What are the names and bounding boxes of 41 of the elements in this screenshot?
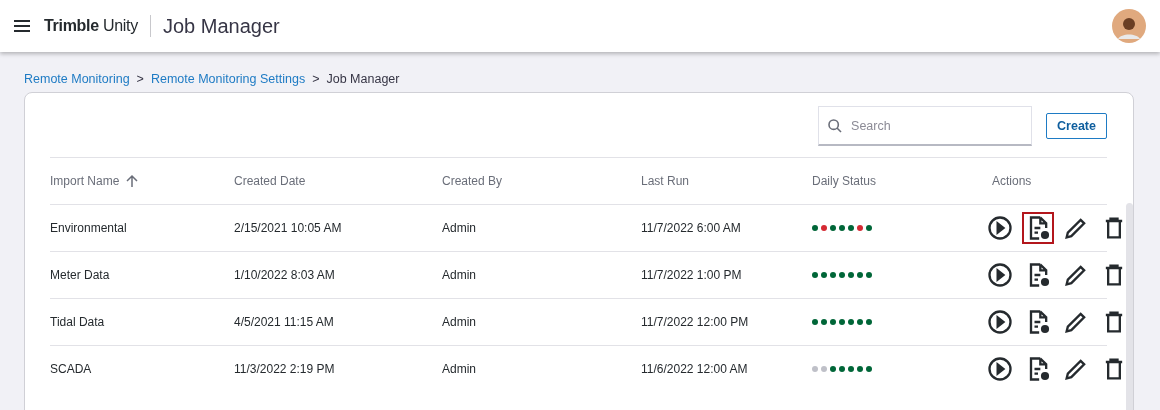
table-cell-text: 11/7/2022 1:00 PM [641, 268, 743, 282]
play-icon [986, 308, 1014, 336]
column-header: Created By [442, 174, 504, 188]
brand-logo: Trimble Unity [44, 17, 138, 35]
play-icon [986, 261, 1014, 289]
table-cell-text: Admin [442, 268, 477, 282]
breadcrumb-separator: > [312, 71, 320, 86]
column-header: Created Date [234, 174, 307, 188]
search-field[interactable]: Search [818, 106, 1033, 146]
column-header: Last Run [641, 174, 691, 188]
table-cell-text: 11/7/2022 6:00 AM [641, 221, 742, 235]
create-button[interactable]: Create [1046, 113, 1107, 139]
table-cell-text: 11/6/2022 12:00 AM [641, 362, 749, 376]
table-cell-text: SCADA [50, 362, 93, 376]
play-icon [986, 214, 1014, 242]
search-icon [827, 118, 844, 134]
play-icon [986, 355, 1014, 383]
column-header: Daily Status [812, 174, 878, 188]
table-cell-text: Environmental [50, 221, 128, 235]
app-title: Job Manager [162, 14, 280, 38]
column-header[interactable]: Import Name [50, 174, 120, 188]
log-button[interactable] [1022, 212, 1054, 244]
table-cell-text: Meter Data [50, 268, 111, 282]
sort-arrow-icon[interactable] [125, 174, 140, 188]
table-cell-text: Admin [442, 221, 477, 235]
breadcrumb-current: Job Manager [326, 71, 400, 86]
scrollbar[interactable] [1126, 203, 1133, 410]
table-cell-text: Tidal Data [50, 315, 106, 329]
user-avatar[interactable] [1112, 9, 1146, 43]
table-cell-text: Admin [442, 315, 477, 329]
menu-icon[interactable] [14, 20, 30, 32]
table-cell-text: Admin [442, 362, 477, 376]
table-cell-text: 4/5/2021 11:15 AM [234, 315, 335, 329]
column-header: Actions [992, 174, 1033, 188]
breadcrumb-separator: > [136, 71, 144, 86]
breadcrumb-link[interactable]: Remote Monitoring Settings [150, 71, 306, 86]
table-cell-text: 1/10/2022 8:03 AM [234, 268, 336, 282]
breadcrumb-link[interactable]: Remote Monitoring [24, 71, 130, 86]
table-cell-text: 11/3/2022 2:19 PM [234, 362, 336, 376]
table-cell-text: 11/7/2022 12:00 PM [641, 315, 750, 329]
table-cell-text: 2/15/2021 10:05 AM [234, 221, 343, 235]
